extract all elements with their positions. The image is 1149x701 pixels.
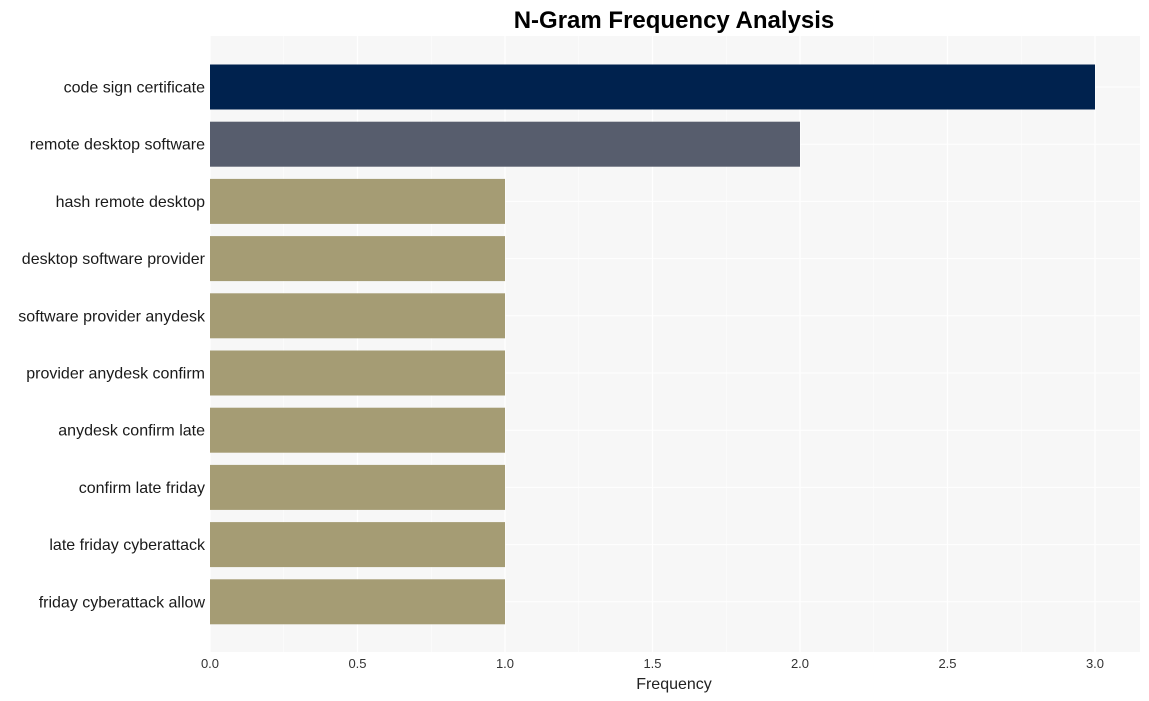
bar [210, 236, 505, 282]
ngram-frequency-chart: code sign certificate remote desktop soft… [18, 7, 1140, 693]
x-tick-label: 1.0 [496, 656, 514, 671]
y-tick-label: remote desktop software [30, 137, 205, 154]
bar [210, 579, 505, 625]
y-tick-label: code sign certificate [64, 80, 206, 97]
bar [210, 178, 505, 224]
x-axis-ticks: 0.0 0.5 1.0 1.5 2.0 2.5 3.0 [201, 656, 1104, 671]
y-tick-label: hash remote desktop [56, 194, 206, 211]
x-tick-label: 2.5 [938, 656, 956, 671]
bar [210, 407, 505, 453]
chart-title: N-Gram Frequency Analysis [514, 7, 835, 34]
x-tick-label: 2.0 [791, 656, 809, 671]
y-tick-label: late friday cyberattack [49, 537, 206, 554]
x-axis-label: Frequency [636, 676, 712, 693]
y-tick-label: friday cyberattack allow [39, 594, 206, 611]
y-axis-labels: code sign certificate remote desktop soft… [18, 80, 206, 612]
x-tick-label: 0.0 [201, 656, 219, 671]
bar [210, 64, 1095, 110]
bar [210, 522, 505, 568]
x-tick-label: 0.5 [348, 656, 366, 671]
bar [210, 350, 505, 396]
y-tick-label: provider anydesk confirm [26, 366, 205, 383]
bar [210, 121, 800, 167]
bar [210, 293, 505, 339]
bar [210, 464, 505, 510]
x-tick-label: 3.0 [1086, 656, 1104, 671]
y-tick-label: confirm late friday [79, 480, 205, 497]
y-tick-label: software provider anydesk [18, 308, 206, 325]
y-tick-label: desktop software provider [22, 251, 206, 268]
x-tick-label: 1.5 [643, 656, 661, 671]
y-tick-label: anydesk confirm late [58, 423, 205, 440]
